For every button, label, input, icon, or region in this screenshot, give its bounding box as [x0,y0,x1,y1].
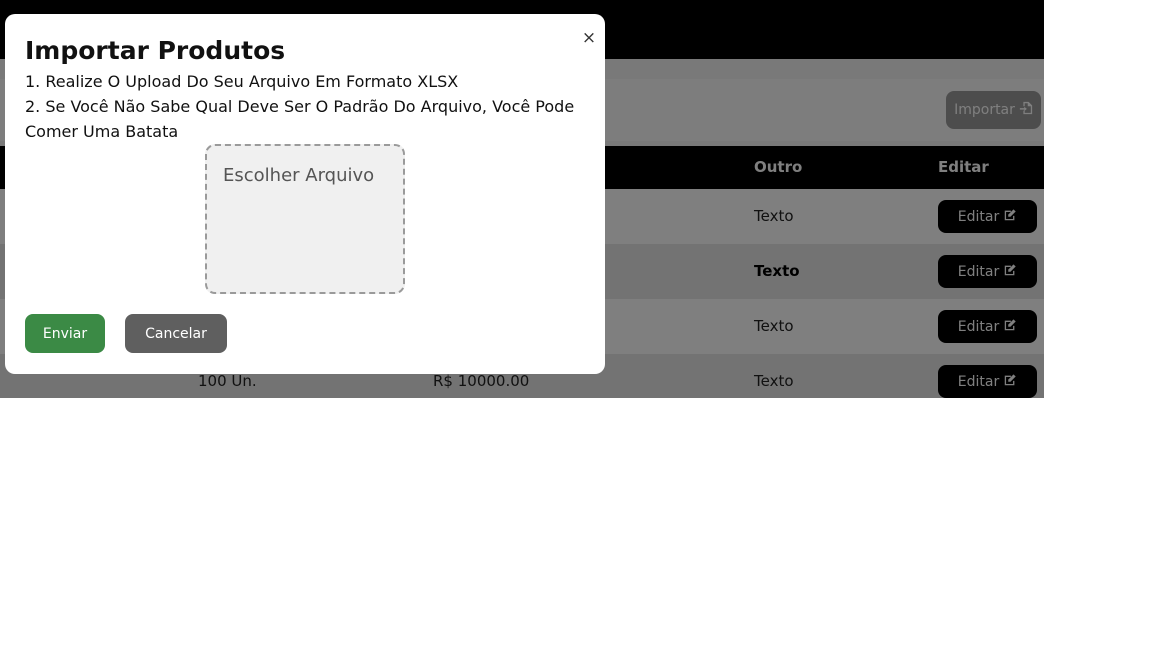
cancel-button[interactable]: Cancelar [125,314,227,353]
instruction-line-1: 1. Realize O Upload Do Seu Arquivo Em Fo… [25,72,459,91]
modal-instructions: 1. Realize O Upload Do Seu Arquivo Em Fo… [25,69,585,144]
send-button[interactable]: Enviar [25,314,105,353]
instruction-line-2: 2. Se Você Não Sabe Qual Deve Ser O Padr… [25,97,575,141]
file-upload-dropzone[interactable]: Escolher Arquivo [205,144,405,294]
modal-title: Importar Produtos [25,36,286,65]
file-input-label: Escolher Arquivo [223,165,375,186]
close-icon[interactable]: × [580,28,598,48]
import-products-modal: Importar Produtos × 1. Realize O Upload … [5,14,605,374]
